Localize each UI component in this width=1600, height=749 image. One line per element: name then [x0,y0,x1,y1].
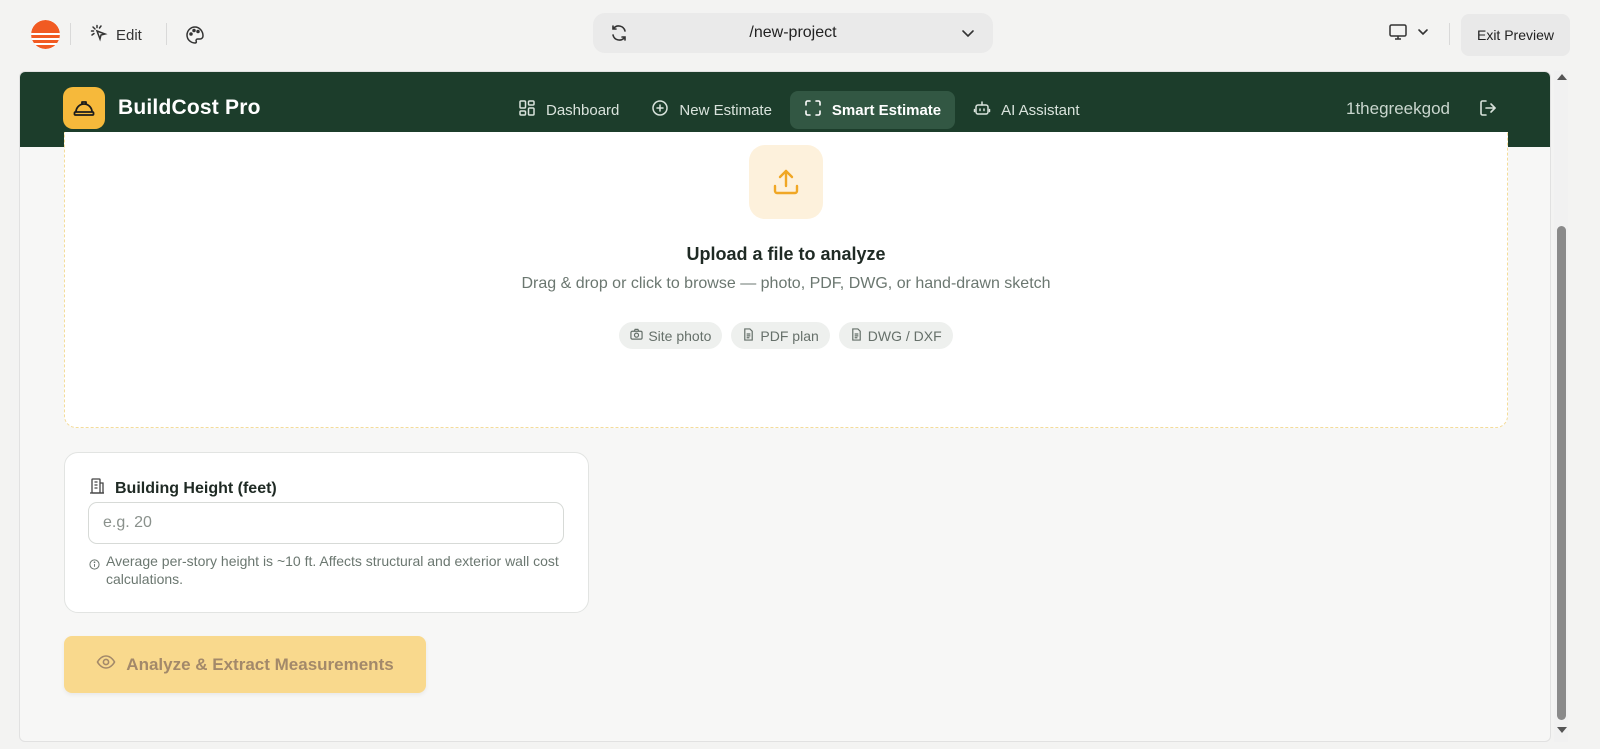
nav-item-dashboard[interactable]: Dashboard [504,91,633,129]
upload-subtitle: Drag & drop or click to browse — photo, … [521,275,1051,292]
nav-item-ai-assistant[interactable]: AI Assistant [959,91,1093,129]
nav-label: New Estimate [679,101,772,119]
eye-icon [96,652,116,677]
device-selector[interactable] [1388,22,1430,47]
chip-label: DWG / DXF [867,327,942,344]
label-text: Building Height (feet) [115,479,277,497]
file-icon [742,327,755,344]
file-type-chip: Site photo [619,322,723,349]
file-type-chip: DWG / DXF [838,322,953,349]
divider [1449,23,1450,45]
file-type-chip: PDF plan [731,322,830,349]
monitor-icon [1388,22,1408,47]
main-nav: Dashboard New Estimate Smart Estimate AI… [504,91,1098,129]
scrollbar-thumb[interactable] [1557,226,1566,720]
chevron-down-icon[interactable] [959,24,977,42]
help-text: Average per-story height is ~10 ft. Affe… [106,553,559,587]
upload-icon [749,145,823,219]
file-icon [850,327,863,344]
scroll-down-arrow-icon[interactable] [1557,727,1567,733]
building-height-card: Building Height (feet) Average per-story… [64,452,589,613]
scroll-up-arrow-icon[interactable] [1557,74,1567,80]
info-icon [89,556,100,588]
nav-label: Dashboard [546,101,620,119]
app-logo-icon[interactable] [31,20,60,49]
username: 1thegreekgod [1346,99,1450,118]
analyze-label: Analyze & Extract Measurements [126,654,394,674]
building-height-help: Average per-story height is ~10 ft. Affe… [89,552,569,588]
palette-icon[interactable] [184,24,206,46]
brand-name[interactable]: BuildCost Pro [118,96,261,120]
chevron-down-icon [1416,25,1430,44]
upload-title: Upload a file to analyze [686,244,886,264]
divider [166,23,167,45]
url-bar[interactable]: /new-project [593,13,993,53]
nav-item-new-estimate[interactable]: New Estimate [637,91,786,129]
cursor-click-icon [90,24,108,46]
divider [70,23,71,45]
scan-icon [804,99,822,121]
chip-label: Site photo [648,327,712,344]
nav-label: Smart Estimate [831,101,942,119]
chip-label: PDF plan [760,327,819,344]
bot-icon [973,99,991,121]
building-height-input[interactable] [88,502,564,544]
logout-icon[interactable] [1478,98,1500,120]
building-height-label: Building Height (feet) [88,477,277,500]
editor-toolbar: Edit /new-project Exit Preview [0,0,1600,70]
url-path: /new-project [749,24,837,41]
preview-frame: BuildCost Pro Dashboard New Estimate Sma… [19,71,1551,742]
grid-icon [518,99,536,121]
plus-circle-icon [651,99,669,121]
exit-preview-button[interactable]: Exit Preview [1461,14,1570,56]
edit-label: Edit [116,26,142,44]
file-type-chips: Site photo PDF plan DWG / DXF [65,322,1507,349]
nav-label: AI Assistant [1001,101,1080,119]
analyze-button[interactable]: Analyze & Extract Measurements [64,636,426,693]
edit-button[interactable]: Edit [90,22,142,48]
nav-item-smart-estimate[interactable]: Smart Estimate [789,91,956,129]
hard-hat-icon[interactable] [63,87,105,129]
building-icon [88,477,106,500]
camera-icon [630,328,644,344]
file-drop-zone[interactable]: Upload a file to analyze Drag & drop or … [64,132,1508,428]
